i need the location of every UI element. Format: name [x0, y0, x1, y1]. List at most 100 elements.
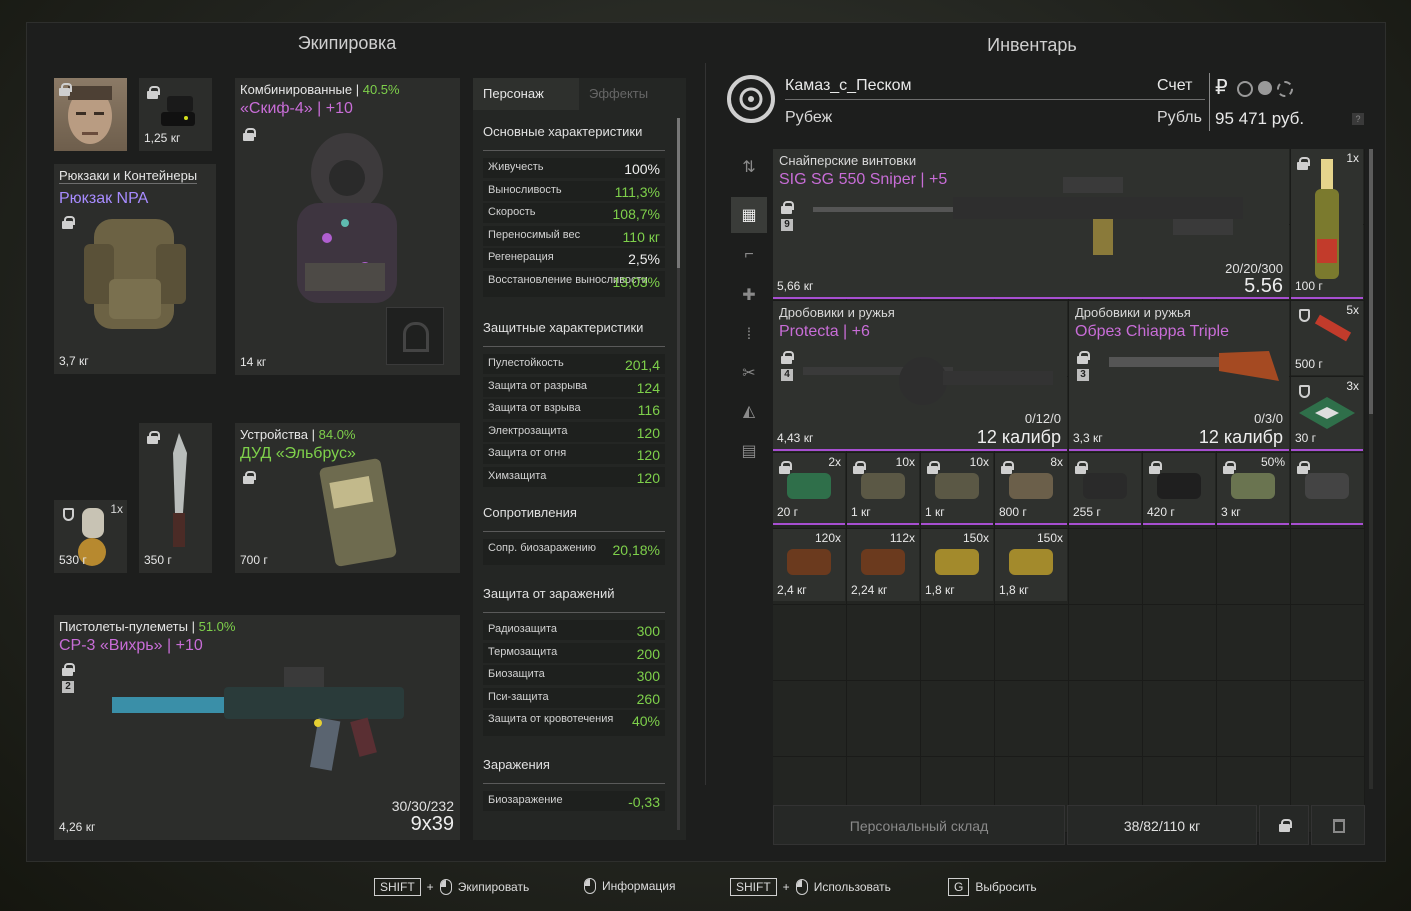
inventory-item[interactable]: 8x 800 г: [995, 453, 1067, 525]
divider: [483, 612, 665, 613]
armor-container-slot[interactable]: [386, 307, 444, 365]
chiappa-item[interactable]: Дробовики и ружья Обрез Chiappa Triple 3…: [1069, 301, 1289, 451]
binoculars-slot[interactable]: 1,25 кг: [139, 78, 212, 151]
coin-icon[interactable]: [1258, 81, 1272, 95]
tab-character[interactable]: Персонаж: [473, 78, 579, 110]
stat-value: 300: [636, 623, 660, 639]
grid-cell[interactable]: [1291, 605, 1365, 681]
grid-cell[interactable]: [1143, 681, 1217, 757]
stat-label: Переносимый вес: [488, 228, 581, 241]
inventory-item[interactable]: 50% 3 кг: [1217, 453, 1289, 525]
medkit-icon[interactable]: ✚: [731, 277, 767, 313]
all-items-icon[interactable]: ▦: [731, 197, 767, 233]
drop-label: Выбросить: [975, 880, 1037, 894]
detector-icon: [319, 458, 397, 567]
grid-cell[interactable]: [1069, 605, 1143, 681]
sniper-weight: 5,66 кг: [777, 279, 814, 293]
inventory-item[interactable]: 120x 2,4 кг: [773, 529, 845, 601]
grid-cell[interactable]: [921, 681, 995, 757]
trash-button[interactable]: [1311, 805, 1365, 845]
syringe-item[interactable]: 5x 500 г: [1291, 301, 1363, 375]
grid-cell[interactable]: [1143, 529, 1217, 605]
stat-row: Пулестойкость 201,4: [483, 354, 665, 374]
armor-icon[interactable]: ◭: [731, 393, 767, 429]
scrollbar-thumb[interactable]: [677, 118, 680, 268]
inventory-item[interactable]: 255 г: [1069, 453, 1141, 525]
weapons-icon[interactable]: ⌐: [731, 237, 767, 273]
weapon-slot[interactable]: Пистолеты-пулеметы | 51.0% СР-3 «Вихрь» …: [54, 615, 460, 840]
divider: [483, 150, 665, 151]
inventory-item[interactable]: 420 г: [1143, 453, 1215, 525]
grid-cell[interactable]: [773, 681, 847, 757]
tools-icon[interactable]: ✂: [731, 355, 767, 391]
sniper-rifle-item[interactable]: Снайперские винтовки SIG SG 550 Sniper |…: [773, 149, 1289, 299]
knife-slot[interactable]: 350 г: [139, 423, 212, 573]
grid-cell[interactable]: [847, 681, 921, 757]
grid-cell[interactable]: [995, 681, 1069, 757]
container-icon[interactable]: ▤: [731, 433, 767, 469]
sniper-rifle-icon: [813, 177, 1243, 255]
grid-cell[interactable]: [1143, 605, 1217, 681]
grid-cell[interactable]: [1069, 529, 1143, 605]
armor-slot[interactable]: Комбинированные | 40.5% «Скиф-4» | +10 1…: [235, 78, 460, 375]
medkit-price: 30 г: [1295, 431, 1317, 445]
protecta-item[interactable]: Дробовики и ружья Protecta | +6 4 0/12/0…: [773, 301, 1067, 451]
backpack-slot[interactable]: Рюкзаки и Контейнеры Рюкзак NPA 3,7 кг: [54, 164, 216, 374]
knife-icon: [173, 433, 187, 547]
item-price: 3 кг: [1221, 505, 1241, 519]
inventory-item[interactable]: 10x 1 кг: [921, 453, 993, 525]
mouse-right-icon: [795, 879, 808, 895]
grid-cell[interactable]: [1217, 529, 1291, 605]
stat-label: Выносливость: [488, 183, 562, 196]
grid-cell[interactable]: [847, 605, 921, 681]
grid-cell[interactable]: [1291, 529, 1365, 605]
grenade-slot[interactable]: 1x 530 г: [54, 500, 127, 573]
faction-emblem-icon: [725, 73, 777, 125]
ruble-icon[interactable]: ₽: [1215, 75, 1228, 100]
grid-cell[interactable]: [1217, 605, 1291, 681]
tab-effects[interactable]: Эффекты: [579, 78, 683, 110]
stat-row: Переносимый вес 110 кг: [483, 225, 665, 246]
inventory-item[interactable]: 2x 20 г: [773, 453, 845, 525]
inventory-item[interactable]: 10x 1 кг: [847, 453, 919, 525]
ammo-icon[interactable]: ⁞: [731, 317, 767, 353]
plus-sign: +: [782, 880, 790, 894]
chiappa-weight: 3,3 кг: [1073, 431, 1103, 445]
character-portrait[interactable]: [54, 78, 127, 151]
grid-cell[interactable]: [1291, 681, 1365, 757]
weight-status: 38/82/110 кг: [1067, 805, 1257, 845]
grid-cell[interactable]: [773, 605, 847, 681]
gear-currency-icon[interactable]: [1237, 81, 1253, 97]
lock-icon: [1149, 461, 1162, 474]
contam-title: Заражения: [483, 757, 550, 772]
inventory-item[interactable]: 150x 1,8 кг: [921, 529, 993, 601]
stat-value: 13,03%: [612, 274, 660, 290]
item-quantity: 112x: [889, 531, 915, 545]
scrollbar-thumb[interactable]: [1369, 149, 1373, 414]
inventory-item[interactable]: 112x 2,24 кг: [847, 529, 919, 601]
help-icon[interactable]: ?: [1352, 113, 1364, 125]
grid-cell[interactable]: [1217, 681, 1291, 757]
stat-row: Биозащита 300: [483, 665, 665, 686]
grid-cell[interactable]: [995, 605, 1069, 681]
item-price: 420 г: [1147, 505, 1175, 519]
grid-cell[interactable]: [1069, 681, 1143, 757]
stat-value: 300: [636, 668, 660, 685]
champagne-item[interactable]: 1x 100 г: [1291, 149, 1363, 299]
medkit-icon: [787, 473, 831, 499]
player-name: Камаз_с_Песком: [785, 77, 1205, 100]
inventory-item[interactable]: 150x 1,8 кг: [995, 529, 1067, 601]
currency-label: Рубль: [1157, 109, 1202, 126]
grid-cell[interactable]: [921, 605, 995, 681]
device-slot[interactable]: Устройства | 84.0% ДУД «Эльбрус» 700 г: [235, 423, 460, 573]
inventory-item[interactable]: [1291, 453, 1363, 525]
lock-icon: [779, 461, 792, 474]
inventory-scrollbar[interactable]: [1369, 149, 1373, 789]
sort-icon[interactable]: ⇅: [731, 149, 767, 185]
stats-scrollbar[interactable]: [677, 118, 680, 830]
token-icon[interactable]: [1277, 81, 1293, 97]
lock-all-button[interactable]: [1259, 805, 1309, 845]
medkit-item[interactable]: 3x 30 г: [1291, 377, 1363, 451]
personal-stash-button[interactable]: Персональный склад: [773, 805, 1065, 845]
drop-hint: G Выбросить: [948, 878, 1037, 896]
